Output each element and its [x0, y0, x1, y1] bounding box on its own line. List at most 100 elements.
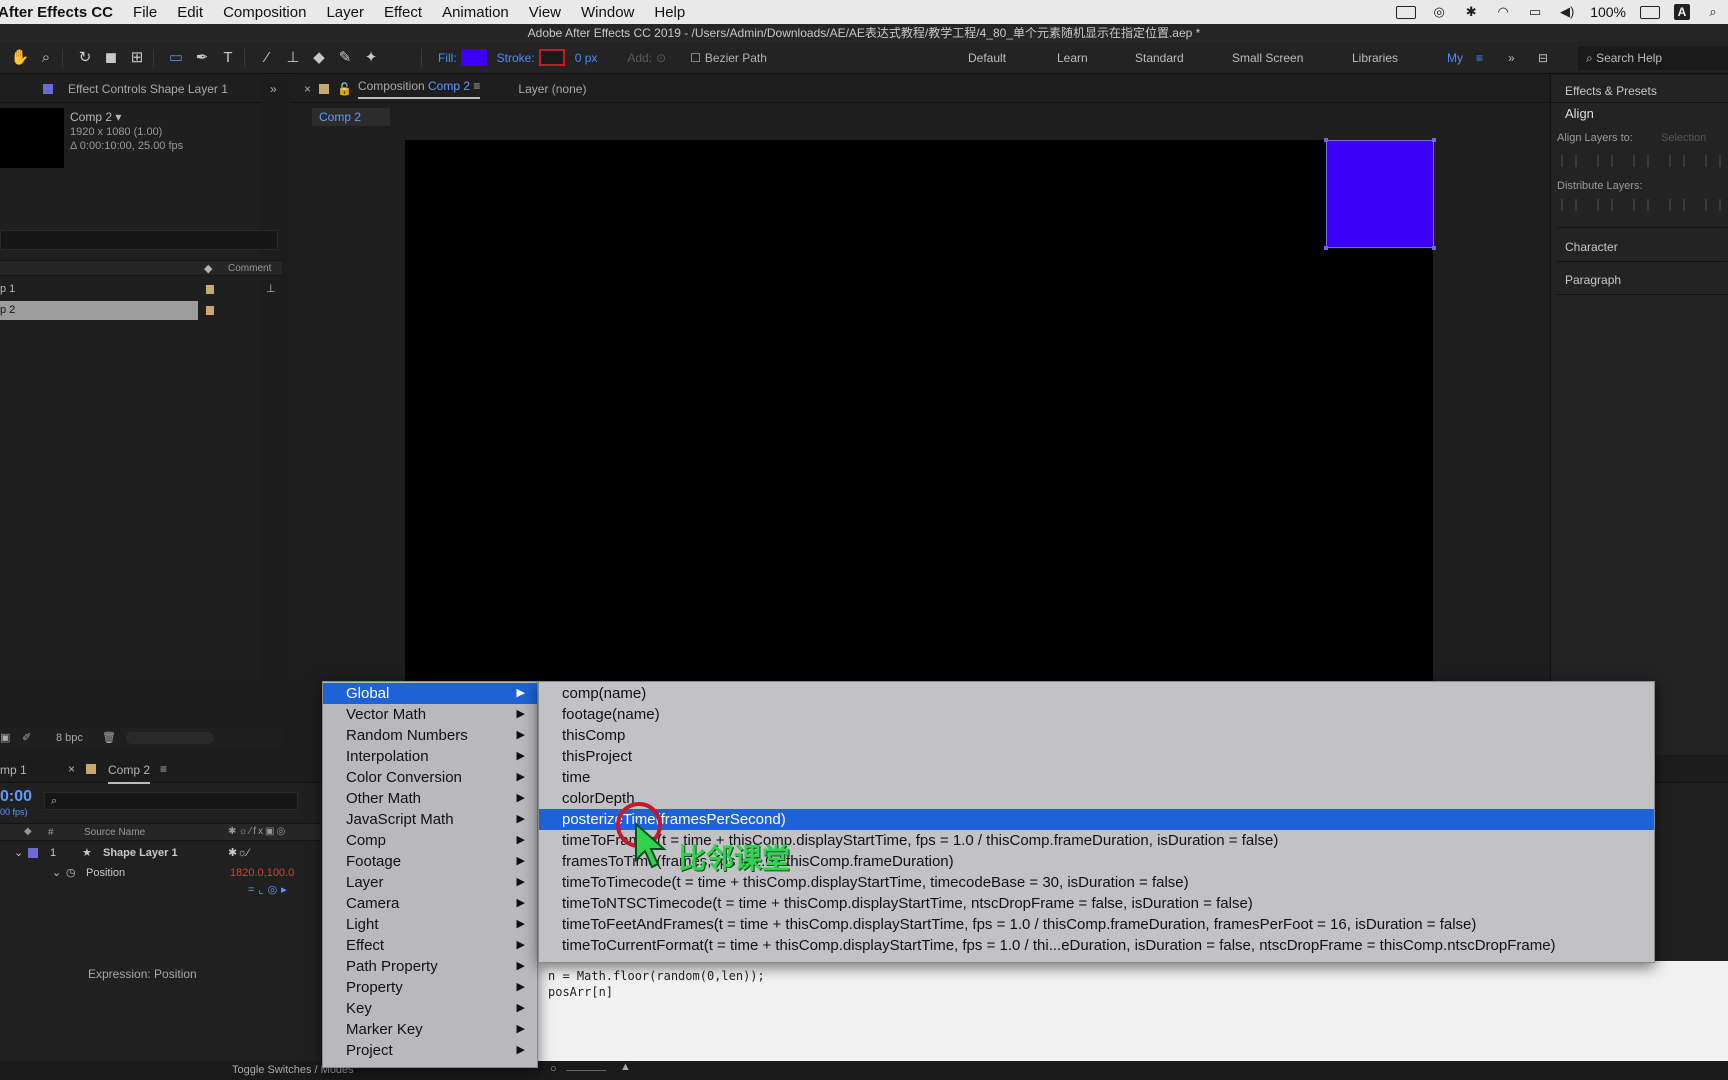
flowchart-icon[interactable]: ⊥ [266, 280, 276, 299]
effects-presets-header[interactable]: Effects & Presets [1551, 75, 1728, 103]
property-value[interactable]: 1820.0,100.0 [230, 863, 294, 883]
menu-item-camera[interactable]: Camera ▶ [323, 893, 537, 914]
menu-edit[interactable]: Edit [177, 4, 203, 21]
comp-name[interactable]: Comp 2 ▾ [70, 110, 121, 124]
menu-item-light[interactable]: Light ▶ [323, 914, 537, 935]
fill-label[interactable]: Fill: [438, 51, 457, 65]
rectangle-tool-icon[interactable]: ▭ [166, 48, 186, 68]
menu-help[interactable]: Help [654, 4, 685, 21]
menu-animation[interactable]: Animation [442, 4, 509, 21]
transform-handle[interactable] [1324, 246, 1328, 250]
distribute-left-icon[interactable] [1669, 199, 1685, 211]
transform-handle[interactable] [1324, 138, 1328, 142]
type-tool-icon[interactable]: T [218, 48, 238, 68]
menu-item-other-math[interactable]: Other Math ▶ [323, 788, 537, 809]
comp-breadcrumb[interactable]: Comp 2 [312, 108, 390, 126]
sync-settings-icon[interactable]: ⊟ [1538, 51, 1548, 65]
zoom-tool-icon[interactable]: ⌕ [36, 48, 56, 68]
stroke-label[interactable]: Stroke: [497, 51, 535, 65]
expression-editor[interactable]: n = Math.floor(random(0,len)); posArr[n] [538, 961, 1728, 1061]
composition-canvas[interactable] [405, 140, 1433, 710]
distribute-top-icon[interactable] [1561, 199, 1577, 211]
workspace-default[interactable]: Default [968, 51, 1006, 65]
menu-item-key[interactable]: Key ▶ [323, 998, 537, 1019]
menu-layer[interactable]: Layer [326, 4, 364, 21]
airplay-icon[interactable]: ▭ [1526, 5, 1544, 19]
submenu-item-time-to-feet-and-frames[interactable]: timeToFeetAndFrames(t = time + thisComp.… [539, 914, 1654, 935]
switches-header-icons[interactable]: ✱☼⁄fx▣◎ [228, 826, 287, 837]
tab-composition[interactable]: Composition Comp 2 ≡ [357, 79, 481, 99]
distribute-right-icon[interactable] [1705, 199, 1721, 211]
menu-item-random-numbers[interactable]: Random Numbers ▶ [323, 725, 537, 746]
shape-layer-rectangle[interactable] [1324, 138, 1436, 250]
expand-chevron-icon[interactable]: ⌄ [14, 843, 23, 863]
close-tab-icon[interactable]: × [68, 762, 75, 776]
app-menu[interactable]: After Effects CC [0, 4, 113, 21]
submenu-item-time-to-current-format[interactable]: timeToCurrentFormat(t = time + thisComp.… [539, 935, 1654, 956]
source-name-header[interactable]: Source Name [84, 827, 145, 838]
align-top-icon[interactable] [1669, 155, 1685, 167]
workspace-my[interactable]: My [1447, 51, 1463, 65]
project-item-selected[interactable]: p 2 [0, 301, 262, 320]
layer-switches-icons[interactable]: ✱☼⁄ [228, 843, 249, 863]
add-circle-icon[interactable]: ⊙ [656, 51, 666, 65]
search-help-field[interactable]: ⌕ Search Help [1578, 46, 1728, 70]
rotate-tool-icon[interactable]: ↻ [75, 48, 95, 68]
workspace-menu-icon[interactable]: ≡ [1476, 51, 1483, 65]
menu-item-footage[interactable]: Footage ▶ [323, 851, 537, 872]
zoom-slider[interactable] [566, 1070, 606, 1071]
tab-comp-2[interactable]: Comp 2 [108, 763, 151, 784]
tab-comp-1[interactable]: mp 1 [0, 763, 27, 777]
timeline-search-input[interactable]: ⌕ [44, 792, 298, 810]
menu-item-vector-math[interactable]: Vector Math ▶ [323, 704, 537, 725]
workspace-small-screen[interactable]: Small Screen [1232, 51, 1303, 65]
menu-file[interactable]: File [133, 4, 157, 21]
layer-label-swatch[interactable] [28, 848, 38, 858]
interpret-footage-icon[interactable]: ▣ [0, 731, 10, 744]
align-target-select[interactable]: Selection [1661, 132, 1706, 144]
tab-layer[interactable]: Layer (none) [518, 82, 586, 96]
layer-row[interactable]: ⌄ 1 ★ Shape Layer 1 ✱☼⁄ [0, 843, 320, 863]
panel-menu-icon[interactable]: ≡ [160, 762, 167, 776]
align-hcenter-icon[interactable] [1597, 155, 1613, 167]
stroke-color-swatch[interactable] [538, 49, 565, 66]
eraser-tool-icon[interactable]: ◆ [309, 48, 329, 68]
zoom-in-icon[interactable]: ▲ [620, 1061, 631, 1073]
project-item[interactable]: p 1 ⊥ [0, 280, 276, 299]
menu-composition[interactable]: Composition [223, 4, 306, 21]
spotlight-icon[interactable]: ⌕ [1704, 5, 1722, 19]
menu-item-interpolation[interactable]: Interpolation ▶ [323, 746, 537, 767]
roto-brush-tool-icon[interactable]: ✎ [335, 48, 355, 68]
panel-expand-icon[interactable]: » [270, 82, 277, 96]
fill-color-swatch[interactable] [460, 49, 487, 66]
submenu-item-time-to-ntsc-timecode[interactable]: timeToNTSCTimecode(t = time + thisComp.d… [539, 893, 1654, 914]
expand-chevron-icon[interactable]: ⌄ [52, 863, 61, 883]
expression-controls-icons[interactable]: =⌞◎▸ [248, 883, 291, 896]
menu-item-path-property[interactable]: Path Property ▶ [323, 956, 537, 977]
workspace-standard[interactable]: Standard [1135, 51, 1184, 65]
menu-item-color-conversion[interactable]: Color Conversion ▶ [323, 767, 537, 788]
lock-icon[interactable]: 🔓 [337, 82, 352, 96]
hand-tool-icon[interactable]: ✋ [10, 48, 30, 68]
menu-item-layer[interactable]: Layer ▶ [323, 872, 537, 893]
bezier-checkbox[interactable]: ☐ [690, 51, 701, 65]
zoom-out-icon[interactable]: ○ [550, 1063, 557, 1075]
paragraph-header[interactable]: Paragraph [1565, 273, 1621, 287]
screen-record-icon[interactable] [1396, 5, 1417, 19]
menu-window[interactable]: Window [581, 4, 634, 21]
trash-icon[interactable]: 🗑 [102, 731, 116, 744]
menu-item-project[interactable]: Project ▶ [323, 1040, 537, 1061]
submenu-item-comp[interactable]: comp(name) [539, 683, 1654, 704]
distribute-bottom-icon[interactable] [1633, 199, 1649, 211]
battery-icon[interactable] [1640, 5, 1660, 19]
current-timecode[interactable]: 0:00 [0, 788, 32, 806]
bpc-value[interactable]: 8 bpc [56, 732, 83, 744]
menu-view[interactable]: View [529, 4, 561, 21]
menu-item-marker-key[interactable]: Marker Key ▶ [323, 1019, 537, 1040]
brush-tool-icon[interactable]: ⁄ [257, 48, 277, 68]
pen-tool-icon[interactable]: ✒ [192, 48, 212, 68]
menu-item-property[interactable]: Property ▶ [323, 977, 537, 998]
stroke-width-value[interactable]: 0 px [575, 51, 598, 65]
stopwatch-icon[interactable]: ◷ [66, 863, 76, 883]
add-label[interactable]: Add: [627, 51, 652, 65]
